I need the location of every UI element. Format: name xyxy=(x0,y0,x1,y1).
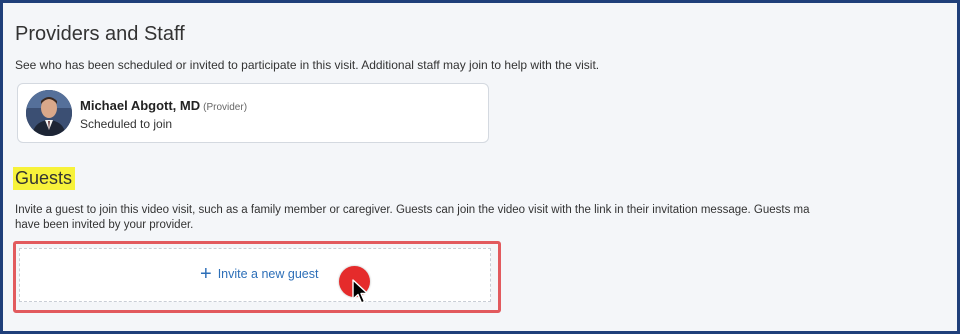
provider-card: Michael Abgott, MD (Provider) Scheduled t… xyxy=(17,83,489,143)
avatar xyxy=(26,90,72,136)
plus-icon: + xyxy=(200,263,212,285)
providers-section-title: Providers and Staff xyxy=(15,23,185,45)
provider-name-text: Michael Abgott, MD xyxy=(80,98,201,113)
mouse-cursor-icon xyxy=(352,279,370,310)
guests-description-line-2: have been invited by your provider. xyxy=(15,219,194,231)
guests-description-line-1: Invite a guest to join this video visit,… xyxy=(15,204,810,216)
provider-status: Scheduled to join xyxy=(80,117,173,131)
visit-panel: Providers and Staff See who has been sch… xyxy=(0,0,960,334)
invite-new-guest-button[interactable]: + Invite a new guest xyxy=(200,263,319,285)
providers-section-description: See who has been scheduled or invited to… xyxy=(15,58,600,72)
invite-guest-area[interactable]: + Invite a new guest xyxy=(19,248,491,302)
provider-role: (Provider) xyxy=(203,102,248,113)
provider-name: Michael Abgott, MD (Provider) xyxy=(80,98,247,113)
guests-section-title: Guests xyxy=(13,167,76,190)
guests-section-description: Invite a guest to join this video visit,… xyxy=(15,203,957,233)
invite-new-guest-label: Invite a new guest xyxy=(217,267,319,281)
